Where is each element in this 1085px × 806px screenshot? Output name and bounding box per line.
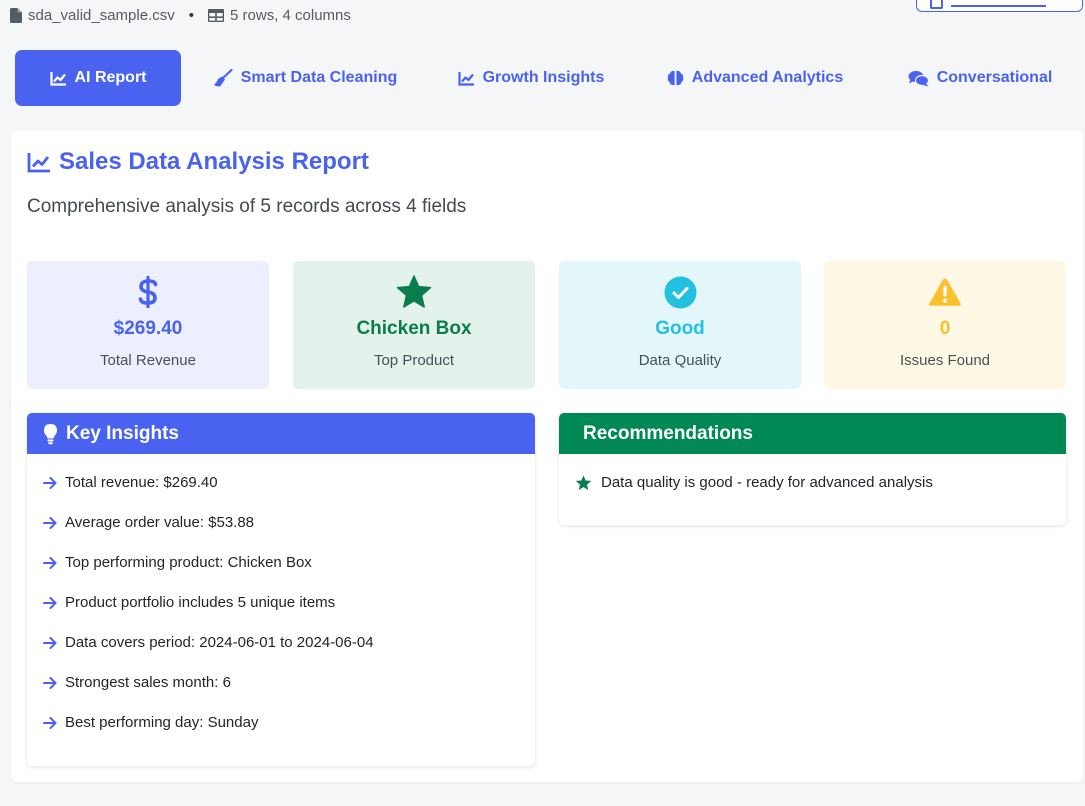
list-item: Product portfolio includes 5 unique item… [27, 591, 535, 631]
key-insights-title: Key Insights [66, 422, 179, 444]
stat-value: Chicken Box [356, 318, 472, 339]
file-shape: 5 rows, 4 columns [230, 6, 351, 24]
tab-smart-data-cleaning[interactable]: Smart Data Cleaning [205, 50, 405, 106]
arrow-right-icon [43, 671, 57, 695]
tab-label: Advanced Analytics [691, 69, 844, 86]
list-item: Total revenue: $269.40 [27, 471, 535, 511]
stat-label: Issues Found [899, 352, 991, 369]
stat-card-revenue: $269.40 Total Revenue [27, 261, 269, 389]
arrow-right-icon [43, 631, 57, 655]
arrow-right-icon [43, 511, 57, 535]
chart-line-icon [27, 152, 50, 172]
insight-text: Average order value: $53.88 [65, 514, 255, 531]
insight-text: Top performing product: Chicken Box [65, 554, 312, 571]
lightbulb-icon [44, 423, 57, 444]
tab-label: Conversational [936, 69, 1053, 86]
recommendations-header: Recommendations [559, 413, 1066, 454]
stat-value: $269.40 [113, 318, 183, 339]
page-title: Sales Data Analysis Report [27, 148, 369, 176]
tab-conversational[interactable]: Conversational [905, 50, 1055, 106]
check-circle-icon [559, 275, 801, 309]
arrow-right-icon [43, 551, 57, 575]
recommendation-text: Data quality is good - ready for advance… [601, 474, 933, 491]
insight-text: Data covers period: 2024-06-01 to 2024-0… [65, 634, 374, 651]
file-info-bar: sda_valid_sample.csv • 5 rows, 4 columns [10, 4, 351, 26]
recommendations-title: Recommendations [583, 422, 753, 444]
stat-label: Total Revenue [100, 352, 196, 369]
tab-growth-insights[interactable]: Growth Insights [455, 50, 607, 106]
recommendations-list: Data quality is good - ready for advance… [559, 454, 1066, 511]
arrow-right-icon [43, 711, 57, 735]
tab-label: AI Report [74, 69, 147, 86]
list-item: Data quality is good - ready for advance… [559, 471, 1066, 511]
insights-list: Total revenue: $269.40 Average order val… [27, 454, 535, 751]
insight-text: Total revenue: $269.40 [65, 474, 218, 491]
list-item: Data covers period: 2024-06-01 to 2024-0… [27, 631, 535, 671]
tab-bar: AI Report Smart Data Cleaning Growth Ins… [15, 50, 1075, 106]
file-name: sda_valid_sample.csv [28, 6, 175, 24]
file-separator: • [188, 6, 195, 24]
report-panel: Sales Data Analysis Report Comprehensive… [11, 130, 1083, 782]
broom-icon [213, 69, 233, 87]
chart-line-icon [458, 71, 474, 86]
list-item: Best performing day: Sunday [27, 711, 535, 751]
stat-value: 0 [939, 318, 951, 339]
insight-text: Product portfolio includes 5 unique item… [65, 594, 336, 611]
stat-label: Top Product [373, 352, 455, 369]
stat-label: Data Quality [638, 352, 722, 369]
tab-ai-report[interactable]: AI Report [15, 50, 181, 106]
top-right-button[interactable] [916, 0, 1083, 12]
warning-icon [824, 275, 1066, 309]
star-icon [575, 471, 593, 495]
star-icon [293, 275, 535, 309]
key-insights-card: Key Insights Total revenue: $269.40 Aver… [27, 413, 535, 766]
file-icon [10, 7, 22, 23]
arrow-right-icon [43, 471, 57, 495]
dollar-icon [27, 275, 269, 309]
tab-advanced-analytics[interactable]: Advanced Analytics [665, 50, 845, 106]
download-icon [930, 0, 943, 9]
button-label-partial [951, 5, 1046, 7]
stat-value: Good [655, 318, 705, 339]
stat-card-issues: 0 Issues Found [824, 261, 1066, 389]
comments-icon [908, 70, 929, 86]
list-item: Top performing product: Chicken Box [27, 551, 535, 591]
table-icon [208, 8, 225, 22]
list-item: Strongest sales month: 6 [27, 671, 535, 711]
insight-text: Strongest sales month: 6 [65, 674, 231, 691]
brain-icon [667, 70, 684, 86]
list-item: Average order value: $53.88 [27, 511, 535, 551]
arrow-right-icon [43, 591, 57, 615]
tab-label: Growth Insights [482, 69, 605, 86]
tab-label: Smart Data Cleaning [240, 69, 398, 86]
report-subtitle: Comprehensive analysis of 5 records acro… [27, 196, 467, 217]
report-title-text: Sales Data Analysis Report [59, 148, 369, 175]
chart-line-icon [49, 71, 66, 86]
recommendations-card: Recommendations Data quality is good - r… [559, 413, 1066, 525]
insight-text: Best performing day: Sunday [65, 714, 259, 731]
stat-card-data-quality: Good Data Quality [559, 261, 801, 389]
stat-card-top-product: Chicken Box Top Product [293, 261, 535, 389]
key-insights-header: Key Insights [27, 413, 535, 454]
